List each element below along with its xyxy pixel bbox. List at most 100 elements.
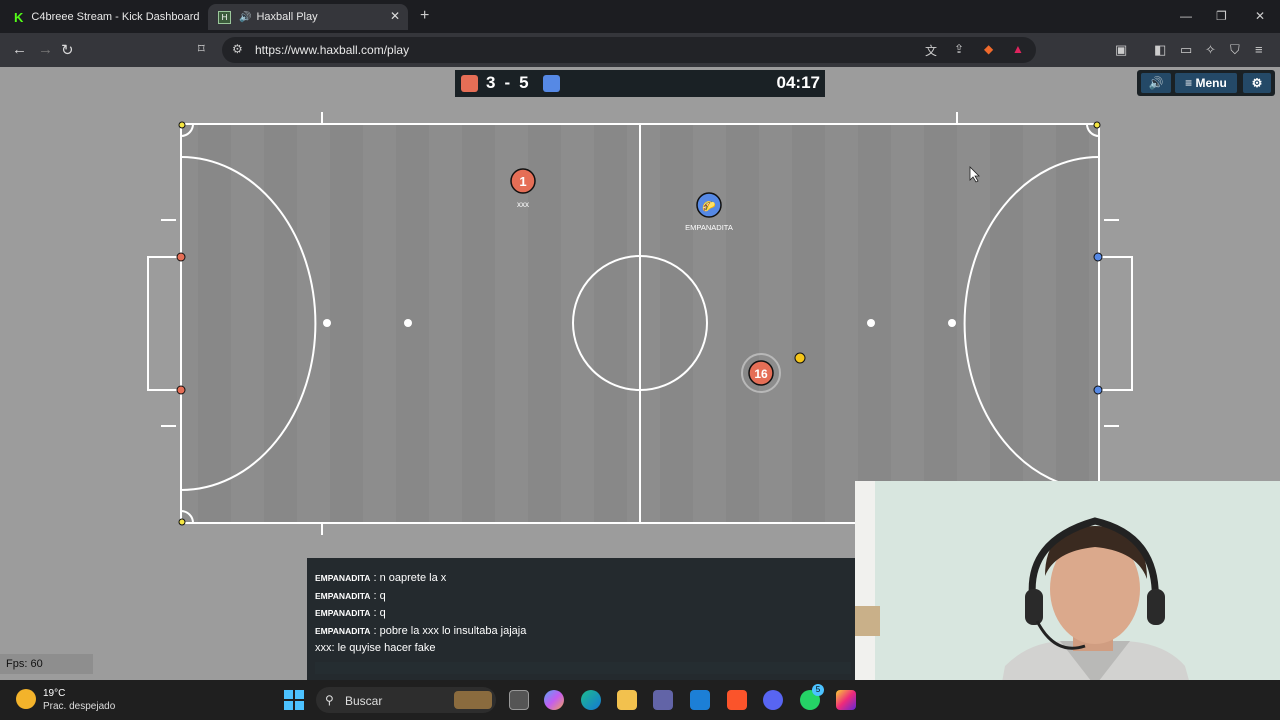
file-explorer-icon[interactable] bbox=[617, 690, 637, 710]
weather-temperature[interactable]: 19°C bbox=[43, 688, 65, 699]
chat-text: : n oaprete la x bbox=[373, 572, 447, 584]
brave-shields-icon[interactable]: ◆ bbox=[984, 42, 993, 56]
tab-kick-dashboard[interactable]: K C4breee Stream - Kick Dashboard bbox=[4, 4, 204, 30]
wallet-icon[interactable]: ▭ bbox=[1180, 42, 1192, 58]
tab-title: Haxball Play bbox=[256, 11, 318, 23]
blue-score: 5 bbox=[519, 73, 530, 92]
browser-menu-icon[interactable]: ≡ bbox=[1255, 42, 1263, 57]
chat-author: EMPANADITA bbox=[315, 573, 371, 583]
vpn-icon[interactable]: ⛉ bbox=[1230, 42, 1240, 58]
goal-post bbox=[1093, 252, 1103, 262]
player-number: 16 bbox=[754, 367, 768, 381]
chat-text: : pobre la xxx lo insultaba jajaja bbox=[373, 624, 527, 637]
browser-tab-bar: K C4breee Stream - Kick Dashboard H 🔊 Ha… bbox=[0, 0, 1280, 33]
penalty-spot bbox=[867, 319, 875, 327]
speaker-icon[interactable]: 🔊 bbox=[239, 12, 251, 23]
penalty-spot bbox=[404, 319, 412, 327]
sidebar-icon[interactable]: ◧ bbox=[1154, 42, 1166, 58]
chat-author: EMPANADITA bbox=[315, 590, 371, 601]
menu-label: Menu bbox=[1195, 76, 1227, 90]
restore-icon[interactable]: ❐ bbox=[1216, 9, 1227, 23]
windows-taskbar: 19°C Prac. despejado ⚲ Buscar 5 bbox=[0, 680, 1280, 720]
score: 3-5 bbox=[486, 73, 530, 93]
score-separator: - bbox=[504, 73, 512, 92]
player-avatar: 🌮 bbox=[702, 200, 716, 213]
goal-post bbox=[176, 252, 186, 262]
player-name: EMPANADITA bbox=[685, 223, 733, 232]
discord-icon[interactable] bbox=[763, 690, 783, 710]
instagram-icon[interactable] bbox=[836, 690, 856, 710]
chat-author: EMPANADITA bbox=[315, 608, 371, 618]
screenshot-icon[interactable]: ▣ bbox=[1115, 42, 1127, 58]
hamburger-icon: ≡ bbox=[1185, 76, 1193, 90]
chat-input[interactable] bbox=[315, 662, 851, 674]
chat-text: : q bbox=[373, 589, 386, 602]
kick-icon: K bbox=[14, 9, 24, 25]
sound-button[interactable]: 🔊 bbox=[1141, 73, 1171, 93]
weather-icon[interactable] bbox=[16, 689, 36, 709]
task-view-icon[interactable] bbox=[509, 690, 529, 710]
leo-ai-icon[interactable]: ✧ bbox=[1205, 42, 1216, 58]
match-timer: 04:17 bbox=[776, 73, 820, 92]
player-name: xxx bbox=[517, 200, 529, 209]
game-top-buttons: 🔊 ≡ Menu ⚙ bbox=[1137, 70, 1275, 96]
red-team-badge bbox=[461, 75, 478, 92]
blue-team-badge bbox=[543, 75, 560, 92]
penalty-spot bbox=[323, 319, 331, 327]
search-icon: ⚲ bbox=[325, 693, 334, 707]
close-tab-icon[interactable]: ✕ bbox=[390, 9, 400, 23]
bookmark-icon[interactable]: ⌑ bbox=[198, 41, 205, 57]
whatsapp-icon[interactable]: 5 bbox=[800, 684, 824, 710]
address-toolbar: ← → ↻ ⌑ ⚙ https://www.haxball.com/play 文… bbox=[0, 33, 1280, 67]
taskbar-search[interactable]: ⚲ Buscar bbox=[316, 687, 496, 713]
corner-post bbox=[178, 121, 186, 129]
minimize-icon[interactable]: — bbox=[1180, 9, 1192, 23]
notification-badge: 5 bbox=[812, 684, 824, 696]
search-highlight-icon bbox=[454, 691, 492, 709]
goal-post bbox=[176, 385, 186, 395]
windows-start-icon[interactable] bbox=[284, 690, 304, 710]
left-goal bbox=[147, 256, 181, 391]
chat-box: EMPANADITA : n oaprete la x EMPANADITA :… bbox=[307, 558, 855, 680]
scoreboard: 3-5 04:17 bbox=[455, 70, 825, 97]
teams-icon[interactable] bbox=[653, 690, 673, 710]
edge-icon[interactable] bbox=[581, 690, 601, 710]
close-window-icon[interactable]: ✕ bbox=[1255, 9, 1265, 23]
url-field[interactable]: ⚙ https://www.haxball.com/play 文 ⇪ ◆ ▲ bbox=[222, 37, 1036, 63]
goal-post bbox=[1093, 385, 1103, 395]
chat-message: EMPANADITA : pobre la xxx lo insultaba j… bbox=[315, 623, 526, 641]
translate-icon[interactable]: 文 bbox=[925, 42, 937, 59]
chat-message: xxx: le quyise hacer fake bbox=[315, 640, 526, 658]
tab-haxball-play[interactable]: H 🔊 Haxball Play ✕ bbox=[208, 4, 408, 30]
menu-button[interactable]: ≡ Menu bbox=[1175, 73, 1237, 93]
brave-rewards-icon[interactable]: ▲ bbox=[1012, 42, 1024, 56]
chat-log: EMPANADITA : n oaprete la x EMPANADITA :… bbox=[315, 570, 526, 658]
ball bbox=[794, 352, 806, 364]
speaker-icon: 🔊 bbox=[1148, 76, 1164, 90]
new-tab-button[interactable]: + bbox=[420, 7, 429, 25]
tab-title: C4breee Stream - Kick Dashboard bbox=[31, 11, 200, 23]
site-info-icon[interactable]: ⚙ bbox=[232, 42, 243, 56]
corner-post bbox=[1093, 121, 1101, 129]
corner-post bbox=[178, 518, 186, 526]
share-icon[interactable]: ⇪ bbox=[954, 42, 964, 56]
store-icon[interactable] bbox=[690, 690, 710, 710]
penalty-spot bbox=[948, 319, 956, 327]
back-icon[interactable]: ← bbox=[12, 41, 27, 58]
chat-message: EMPANADITA : n oaprete la x bbox=[315, 570, 526, 588]
forward-icon[interactable]: → bbox=[38, 41, 53, 58]
search-placeholder: Buscar bbox=[345, 694, 383, 708]
brave-icon[interactable] bbox=[727, 690, 747, 710]
settings-button[interactable]: ⚙ bbox=[1243, 73, 1271, 93]
chat-message: EMPANADITA : q bbox=[315, 588, 526, 606]
reload-icon[interactable]: ↻ bbox=[61, 41, 74, 59]
chat-text: xxx: le quyise hacer fake bbox=[315, 642, 436, 654]
fps-counter: Fps: 60 bbox=[0, 654, 93, 674]
weather-description[interactable]: Prac. despejado bbox=[43, 701, 115, 712]
red-score: 3 bbox=[486, 73, 497, 92]
haxball-icon: H bbox=[218, 10, 231, 24]
chat-author: EMPANADITA bbox=[315, 625, 371, 636]
copilot-icon[interactable] bbox=[544, 690, 564, 710]
player-number: 1 bbox=[519, 174, 526, 189]
gear-icon: ⚙ bbox=[1251, 76, 1263, 90]
